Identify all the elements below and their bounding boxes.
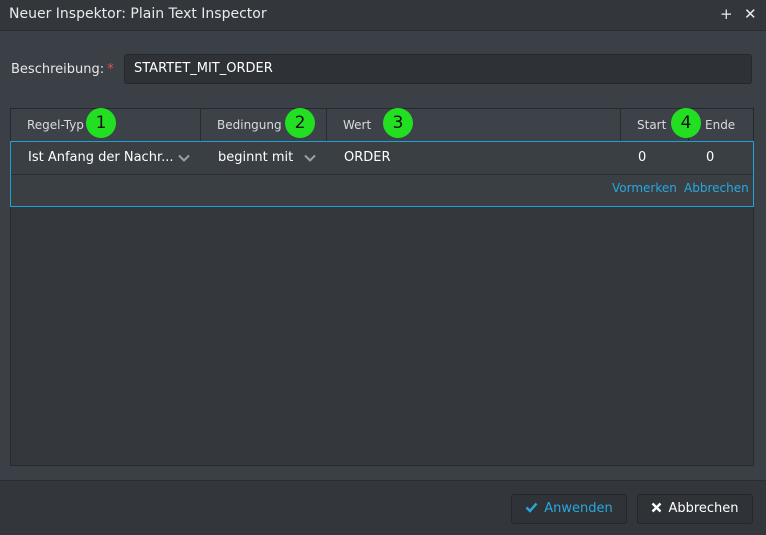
- rules-table: Regel-Typ Bedingung Wert Start Ende Ist …: [10, 108, 754, 466]
- check-icon: [525, 502, 538, 513]
- description-input[interactable]: STARTET_MIT_ORDER: [124, 54, 752, 84]
- step-badge-1: 1: [86, 108, 116, 138]
- apply-button[interactable]: Anwenden: [511, 494, 627, 524]
- cancel-row-link[interactable]: Abbrechen: [684, 181, 749, 195]
- column-header-end[interactable]: Ende: [705, 109, 735, 141]
- rule-row-fields: Ist Anfang der Nachr... beginnt mit ORDE…: [11, 142, 753, 175]
- apply-button-label: Anwenden: [544, 501, 613, 516]
- x-icon: [652, 502, 662, 513]
- dialog-footer: Anwenden Abbrechen: [0, 480, 766, 535]
- description-label-text: Beschreibung:: [11, 62, 105, 77]
- description-label: Beschreibung: *: [11, 62, 114, 77]
- column-header-condition[interactable]: Bedingung: [217, 109, 282, 141]
- chevron-down-icon: [178, 154, 190, 162]
- start-input[interactable]: 0: [638, 142, 646, 174]
- rule-type-value: Ist Anfang der Nachr...: [28, 150, 174, 165]
- close-icon[interactable]: ✕: [744, 4, 757, 24]
- title-bar: Neuer Inspektor: Plain Text Inspector + …: [0, 0, 766, 31]
- column-header-rule-type[interactable]: Regel-Typ: [27, 109, 84, 141]
- required-marker: *: [107, 62, 114, 77]
- cancel-button[interactable]: Abbrechen: [637, 494, 753, 524]
- chevron-down-icon: [304, 154, 316, 162]
- column-header-start[interactable]: Start: [637, 109, 666, 141]
- plus-icon[interactable]: +: [720, 4, 733, 24]
- cancel-button-label: Abbrechen: [668, 501, 739, 516]
- column-header-value[interactable]: Wert: [343, 109, 371, 141]
- step-badge-2: 2: [285, 108, 315, 138]
- end-input[interactable]: 0: [706, 142, 714, 174]
- condition-value: beginnt mit: [218, 150, 294, 165]
- table-header: Regel-Typ Bedingung Wert Start Ende: [11, 109, 753, 142]
- window-title: Neuer Inspektor: Plain Text Inspector: [9, 6, 267, 22]
- step-badge-4: 4: [671, 108, 701, 138]
- save-row-link[interactable]: Vormerken: [612, 181, 677, 195]
- step-badge-3: 3: [383, 108, 413, 138]
- value-input[interactable]: ORDER: [344, 142, 391, 174]
- editable-rule-row: Ist Anfang der Nachr... beginnt mit ORDE…: [10, 141, 754, 207]
